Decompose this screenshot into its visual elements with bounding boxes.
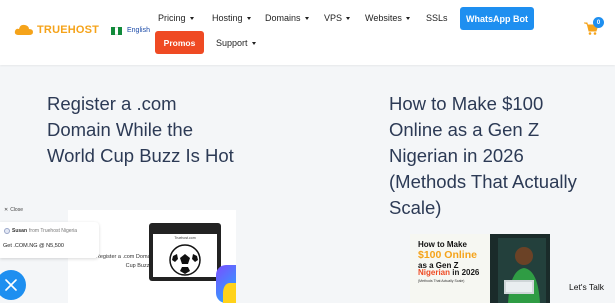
chevron-down-icon [405,16,410,20]
truehost-logo[interactable]: TRUEHOST [14,24,99,36]
nav-pricing-label: Pricing [158,13,186,23]
chevron-down-icon [251,41,256,45]
sender-from: from Truehost Nigeria [29,228,78,234]
chat-close-button[interactable] [0,270,26,300]
notification-message: Get .COM.NG @ N5,500 [3,243,64,249]
thumbnail-highlight: Nigerian [418,268,451,277]
thumbnail-subtitle: (Methods That Actually Scale) [418,279,465,283]
chevron-down-icon [246,16,251,20]
notification-sender: Susan from Truehost Nigeria [4,228,77,234]
close-icon: ✕ [4,206,9,213]
cloud-icon [14,24,33,35]
post-title-register-com[interactable]: Register a .com Domain While the World C… [47,91,237,169]
nav-support-label: Support [216,38,248,48]
thumbnail-headline-4: Nigerian in 2026 [418,268,479,278]
lets-talk-label[interactable]: Let's Talk [569,282,604,292]
post-title-make-100[interactable]: How to Make $100 Online as a Gen Z Niger… [389,91,589,221]
close-notification-button[interactable]: ✕ Close [0,204,27,215]
chevron-down-icon [346,16,351,20]
nav-domains-label: Domains [265,13,301,23]
nigeria-flag-icon[interactable] [111,27,123,35]
nav-support[interactable]: Support [216,38,256,48]
nav-ssls-label: SSLs [426,13,448,23]
sender-name: Susan [12,228,28,234]
chevron-down-icon [304,16,309,20]
close-icon [5,279,17,291]
nav-hosting-label: Hosting [212,13,243,23]
thumbnail-headline-2: $100 Online [418,249,477,261]
whatsapp-bot-button[interactable]: WhatsApp Bot [460,7,534,30]
chevron-down-icon [189,16,194,20]
nav-domains[interactable]: Domains [265,13,309,23]
screen-url-text: Truehost.com [174,236,196,240]
close-label: Close [10,206,23,213]
nav-pricing[interactable]: Pricing [158,13,194,23]
language-selector[interactable]: English [127,27,150,34]
nav-vps-label: VPS [324,13,343,23]
person-with-laptop-illustration [498,238,546,303]
nav-websites[interactable]: Websites [365,13,410,23]
nav-vps[interactable]: VPS [324,13,351,23]
avatar [4,228,10,234]
site-header: TRUEHOST English Pricing Hosting Domains… [0,0,615,65]
nav-ssls[interactable]: SSLs [426,13,448,23]
brand-name: TRUEHOST [37,24,100,36]
nav-hosting[interactable]: Hosting [212,13,251,23]
thumbnail-headline-4-rest: in 2026 [450,268,480,277]
soccer-ball-icon [169,244,201,276]
cart-count-badge: 0 [593,17,604,28]
decorative-splash-yellow [223,283,236,303]
promos-button[interactable]: Promos [155,31,204,54]
nav-websites-label: Websites [365,13,402,23]
